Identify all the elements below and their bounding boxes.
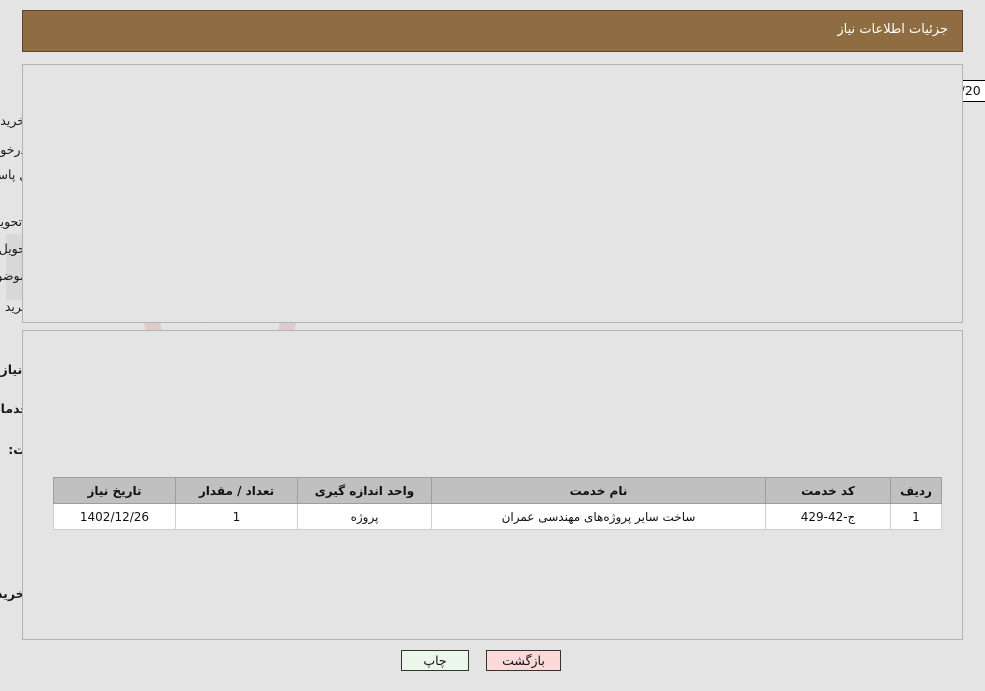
th-row-no: ردیف [890,477,942,504]
window-title-bar: جزئیات اطلاعات نیاز [22,10,963,52]
print-button[interactable]: چاپ [401,650,469,671]
th-service-code: کد خدمت [765,477,891,504]
cell-unit: پروژه [297,503,432,530]
back-button[interactable]: بازگشت [486,650,561,671]
cell-quantity: 1 [175,503,298,530]
need-summary-panel [22,64,963,323]
cell-row-no: 1 [890,503,942,530]
th-unit: واحد اندازه گیری [297,477,432,504]
page-root: AriaTender .net جزئیات اطلاعات نیاز شمار… [0,0,985,691]
cell-need-date: 1402/12/26 [53,503,176,530]
th-service-name: نام خدمت [431,477,766,504]
services-table: ردیف کد خدمت نام خدمت واحد اندازه گیری ت… [53,477,942,530]
table-header-row: ردیف کد خدمت نام خدمت واحد اندازه گیری ت… [53,477,942,504]
cell-service-code: ج-42-429 [765,503,891,530]
cell-service-name: ساخت سایر پروژه‌های مهندسی عمران [431,503,766,530]
table-row[interactable]: 1 ج-42-429 ساخت سایر پروژه‌های مهندسی عم… [53,503,942,530]
th-need-date: تاریخ نیاز [53,477,176,504]
th-quantity: تعداد / مقدار [175,477,298,504]
page-title: جزئیات اطلاعات نیاز [837,22,948,37]
